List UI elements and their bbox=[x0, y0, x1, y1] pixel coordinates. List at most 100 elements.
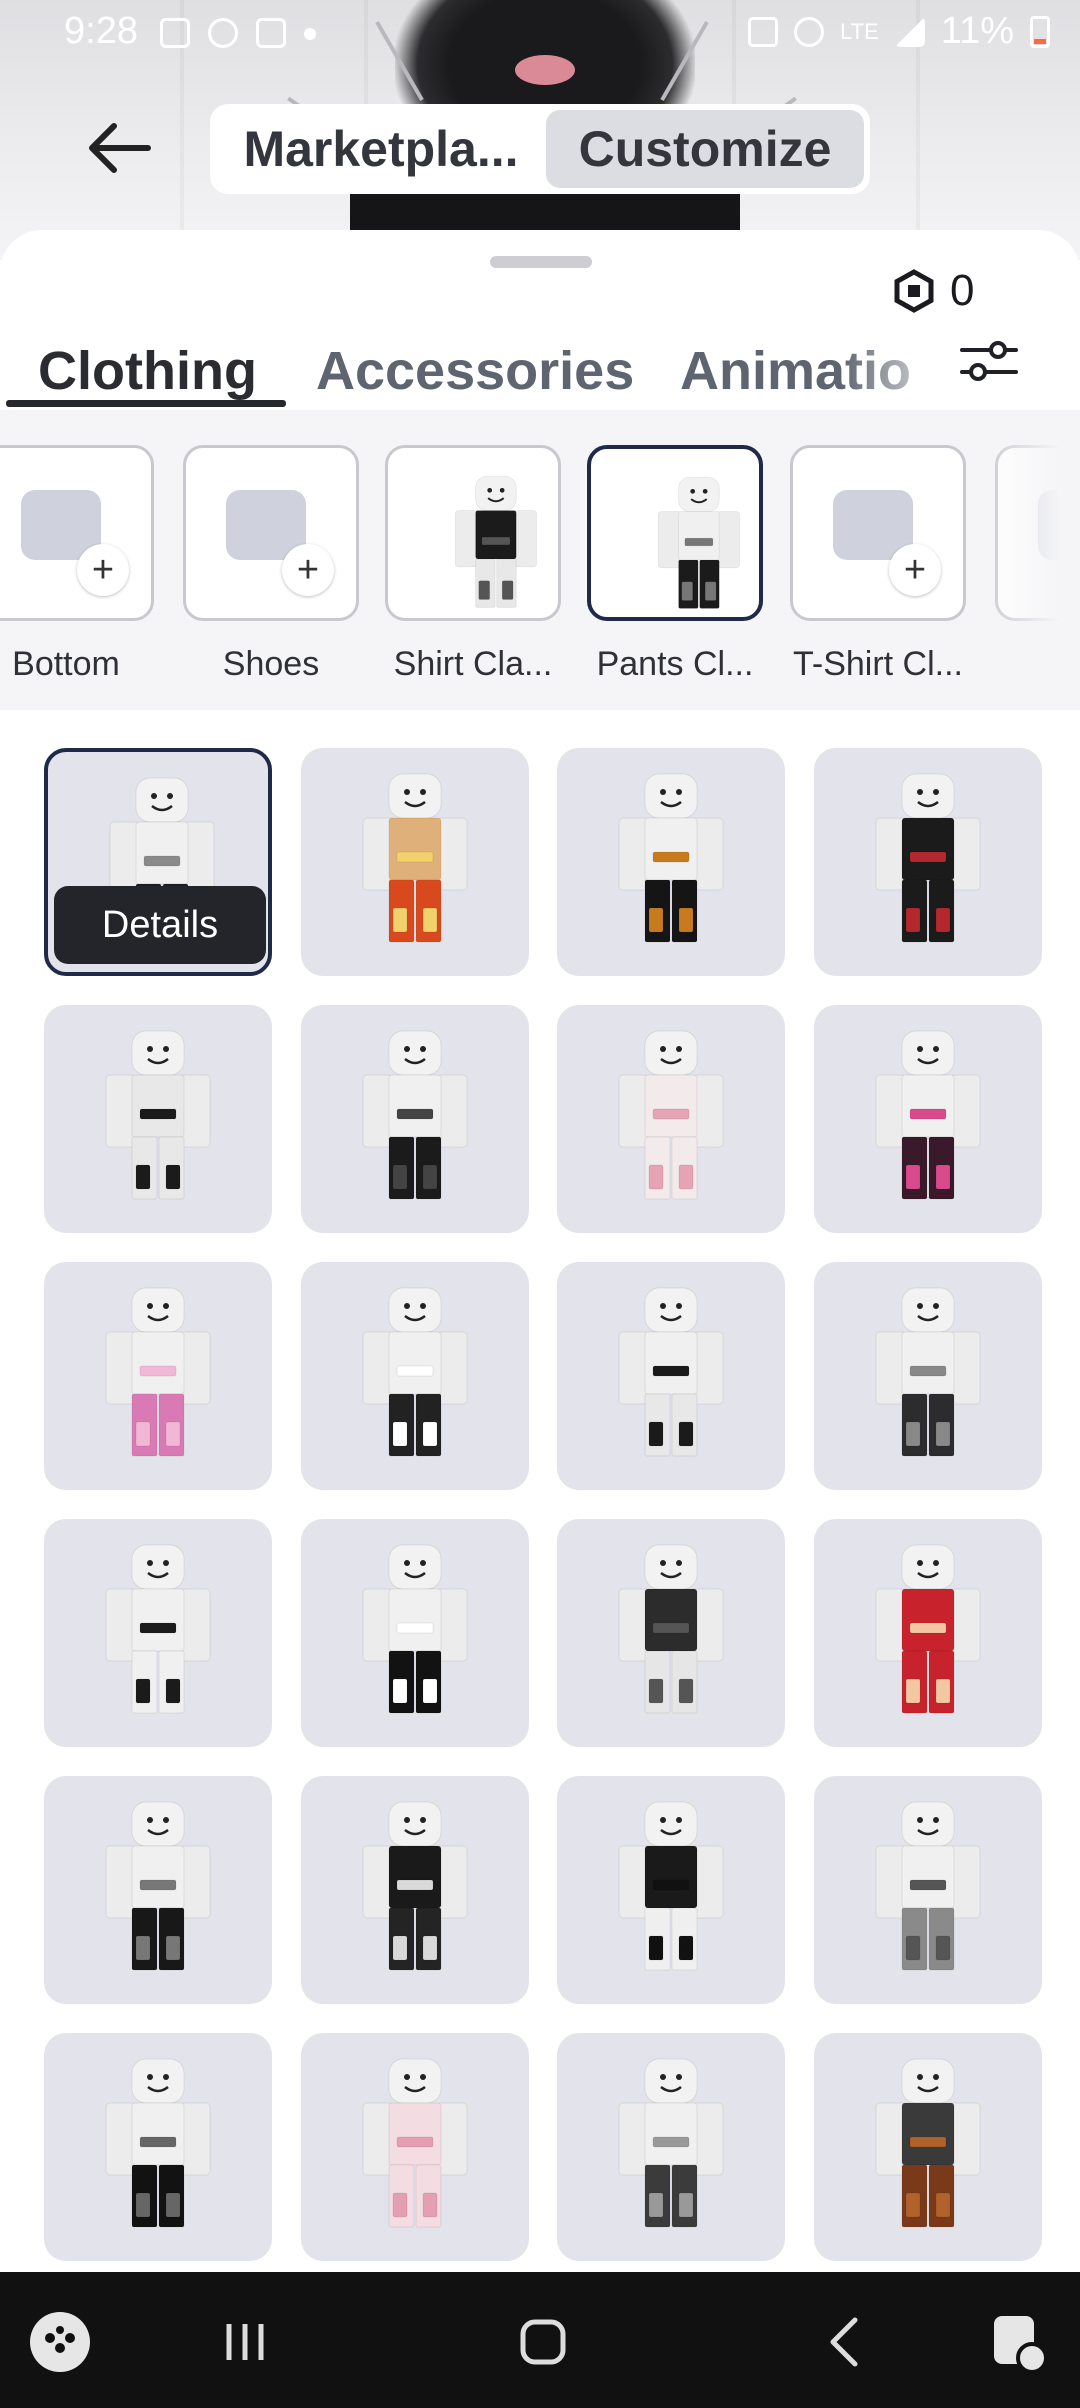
clothing-item-tile[interactable] bbox=[814, 1005, 1042, 1233]
avatar-thumbnail-icon bbox=[362, 1544, 468, 1714]
alert-notification-icon bbox=[256, 18, 286, 48]
avatar-thumbnail-icon bbox=[105, 1030, 211, 1200]
subcategory-2[interactable]: Shirt Cla... bbox=[385, 445, 561, 683]
clothing-item-tile[interactable]: Details bbox=[44, 748, 272, 976]
screen: 9:28 LTE 11% Marketpla... Customize 0 Cl… bbox=[0, 0, 1080, 2408]
clothing-item-tile[interactable] bbox=[557, 1262, 785, 1490]
currency-balance[interactable]: 0 bbox=[892, 266, 974, 316]
tab-clothing[interactable]: Clothing bbox=[38, 340, 257, 402]
clothing-item-tile[interactable] bbox=[814, 2033, 1042, 2261]
avatar-thumbnail-icon bbox=[875, 1801, 981, 1971]
subcategory-1[interactable]: + Shoes bbox=[183, 445, 359, 683]
avatar-thumbnail-icon bbox=[105, 1544, 211, 1714]
subcategory-label: Pants Cl... bbox=[596, 645, 754, 683]
strip-fade bbox=[980, 410, 1080, 710]
avatar-thumbnail-icon bbox=[618, 773, 724, 943]
more-notifications-dot-icon bbox=[304, 28, 316, 40]
clothing-item-tile[interactable] bbox=[301, 2033, 529, 2261]
active-tab-indicator bbox=[6, 400, 286, 407]
subcategory-3[interactable]: Pants Cl... bbox=[587, 445, 763, 683]
clothing-item-tile[interactable] bbox=[301, 1519, 529, 1747]
customize-sheet: 0 Clothing Accessories Animatio + Bottom +… bbox=[0, 230, 1080, 2270]
status-bar: 9:28 LTE 11% bbox=[0, 0, 1080, 70]
avatar-thumbnail-icon bbox=[618, 2058, 724, 2228]
home-icon bbox=[520, 2319, 566, 2365]
avatar-thumbnail-icon bbox=[362, 2058, 468, 2228]
add-icon: + bbox=[282, 544, 334, 596]
clothing-item-tile[interactable] bbox=[301, 1005, 529, 1233]
subcategory-thumbnail: + bbox=[183, 445, 359, 621]
clothing-item-tile[interactable] bbox=[301, 748, 529, 976]
subcategory-thumbnail: + bbox=[790, 445, 966, 621]
recent-apps-button[interactable] bbox=[205, 2302, 285, 2382]
subcategory-label: T-Shirt Cl... bbox=[792, 645, 964, 683]
clothing-item-tile[interactable] bbox=[557, 2033, 785, 2261]
clothing-item-tile[interactable] bbox=[44, 2033, 272, 2261]
avatar-thumbnail-icon bbox=[875, 773, 981, 943]
avatar-thumbnail-icon bbox=[875, 2058, 981, 2228]
clothing-item-tile[interactable] bbox=[44, 1005, 272, 1233]
clothing-item-tile[interactable] bbox=[814, 1519, 1042, 1747]
nav-back-button[interactable] bbox=[805, 2302, 885, 2382]
avatar-thumbnail-icon bbox=[105, 2058, 211, 2228]
subcategory-thumbnail bbox=[385, 445, 561, 621]
home-button[interactable] bbox=[503, 2302, 583, 2382]
clothing-item-tile[interactable] bbox=[814, 1776, 1042, 2004]
tab-customize[interactable]: Customize bbox=[546, 110, 864, 188]
add-icon: + bbox=[77, 544, 129, 596]
sliders-icon bbox=[960, 341, 1018, 381]
status-time: 9:28 bbox=[64, 10, 138, 52]
avatar-thumbnail-icon bbox=[105, 1287, 211, 1457]
subcategory-strip: + Bottom + Shoes Shirt Cla... Pants Cl... + T-S… bbox=[0, 410, 1080, 710]
network-type: LTE bbox=[840, 18, 879, 44]
arrow-left-icon bbox=[89, 123, 151, 173]
clothing-item-tile[interactable] bbox=[44, 1262, 272, 1490]
clothing-item-tile[interactable] bbox=[44, 1776, 272, 2004]
avatar-thumbnail-icon bbox=[454, 475, 537, 608]
clothing-item-tile[interactable] bbox=[44, 1519, 272, 1747]
avatar-thumbnail-icon bbox=[618, 1287, 724, 1457]
system-nav-bar bbox=[0, 2272, 1080, 2408]
accessibility-icon bbox=[994, 2316, 1048, 2374]
clothing-item-tile[interactable] bbox=[301, 1776, 529, 2004]
avatar-thumbnail-icon bbox=[875, 1287, 981, 1457]
avatar-thumbnail-icon bbox=[618, 1801, 724, 1971]
subcategory-thumbnail: + bbox=[0, 445, 154, 621]
clothing-item-tile[interactable] bbox=[557, 1776, 785, 2004]
avatar-thumbnail-icon bbox=[618, 1544, 724, 1714]
back-icon bbox=[830, 2317, 858, 2367]
clothing-item-tile[interactable] bbox=[557, 1519, 785, 1747]
avatar-thumbnail-icon bbox=[657, 476, 740, 609]
accessibility-button[interactable] bbox=[980, 2302, 1060, 2382]
robux-icon bbox=[894, 269, 934, 313]
avatar-thumbnail-icon bbox=[362, 1287, 468, 1457]
subcategory-0[interactable]: + Bottom bbox=[0, 445, 154, 683]
sheet-drag-handle[interactable] bbox=[490, 256, 592, 268]
avatar-thumbnail-icon bbox=[875, 1544, 981, 1714]
clothing-item-tile[interactable] bbox=[557, 1005, 785, 1233]
clothing-item-tile[interactable] bbox=[814, 1262, 1042, 1490]
recent-apps-icon bbox=[226, 2324, 264, 2360]
mute-icon bbox=[794, 16, 825, 47]
tab-marketplace[interactable]: Marketpla... bbox=[216, 110, 546, 188]
clothing-item-tile[interactable] bbox=[557, 748, 785, 976]
avatar-thumbnail-icon bbox=[618, 1030, 724, 1200]
add-icon: + bbox=[889, 544, 941, 596]
avatar-thumbnail-icon bbox=[105, 1801, 211, 1971]
subcategory-label: Shirt Cla... bbox=[393, 645, 553, 683]
game-launcher-icon bbox=[30, 2312, 90, 2372]
details-button[interactable]: Details bbox=[54, 886, 266, 964]
back-button[interactable] bbox=[84, 118, 154, 178]
subcategory-4[interactable]: + T-Shirt Cl... bbox=[790, 445, 966, 683]
currency-amount: 0 bbox=[950, 266, 975, 315]
clothing-item-tile[interactable] bbox=[301, 1262, 529, 1490]
battery-percent: 11% bbox=[940, 10, 1014, 52]
tab-accessories[interactable]: Accessories bbox=[316, 340, 634, 402]
mode-switch: Marketpla... Customize bbox=[210, 104, 870, 194]
game-launcher-button[interactable] bbox=[20, 2302, 100, 2382]
clothing-item-tile[interactable] bbox=[814, 748, 1042, 976]
notification-icons bbox=[160, 18, 316, 48]
avatar-thumbnail-icon bbox=[362, 1801, 468, 1971]
filter-button[interactable] bbox=[958, 330, 1020, 392]
subcategory-label: Bottom bbox=[12, 645, 120, 683]
